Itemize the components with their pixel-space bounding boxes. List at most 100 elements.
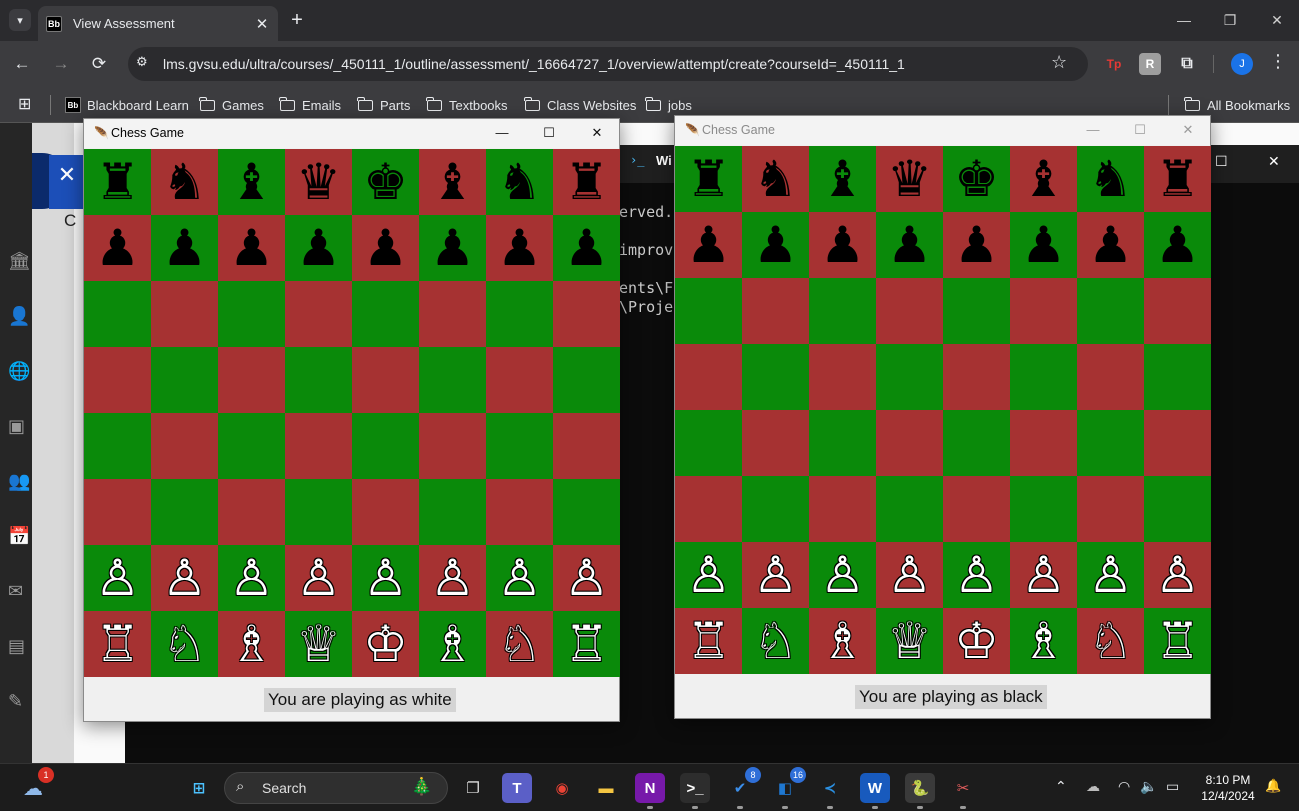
- chess-piece[interactable]: ♟: [296, 223, 341, 273]
- board-square[interactable]: [943, 278, 1010, 344]
- chess-piece[interactable]: ♝: [1021, 154, 1066, 204]
- browser-restore-button[interactable]: ❐: [1216, 8, 1244, 32]
- chess-piece[interactable]: ♖: [95, 619, 140, 669]
- close-panel-button[interactable]: ✕: [49, 155, 85, 209]
- clock[interactable]: 8:10 PM 12/4/2024: [1198, 772, 1258, 804]
- board-square[interactable]: ♙: [675, 542, 742, 608]
- board-square[interactable]: ♟: [943, 212, 1010, 278]
- chess-piece[interactable]: ♙: [753, 550, 798, 600]
- chess-piece[interactable]: ♟: [95, 223, 140, 273]
- board-square[interactable]: [1077, 278, 1144, 344]
- board-square[interactable]: [218, 281, 285, 347]
- site-info-icon[interactable]: ⚙: [136, 54, 148, 70]
- lms-sidebar-icon[interactable]: 🏛: [8, 251, 31, 272]
- board-square[interactable]: ♟: [419, 215, 486, 281]
- board-square[interactable]: [352, 413, 419, 479]
- bookmark-class-websites[interactable]: Class Websites: [524, 94, 636, 116]
- board-square[interactable]: [218, 413, 285, 479]
- board-square[interactable]: [876, 410, 943, 476]
- board-square[interactable]: [84, 347, 151, 413]
- board-square[interactable]: [285, 479, 352, 545]
- address-bar[interactable]: ⚙ lms.gvsu.edu/ultra/courses/_450111_1/o…: [128, 47, 1088, 81]
- chess-piece[interactable]: ♟: [430, 223, 475, 273]
- weather-widget[interactable]: ☁ 1: [18, 767, 54, 803]
- chess-piece[interactable]: ♝: [820, 154, 865, 204]
- board-square[interactable]: ♟: [352, 215, 419, 281]
- board-square[interactable]: ♗: [809, 608, 876, 674]
- chess-piece[interactable]: ♚: [954, 154, 999, 204]
- board-square[interactable]: ♜: [84, 149, 151, 215]
- chess-piece[interactable]: ♙: [564, 553, 609, 603]
- board-square[interactable]: ♝: [218, 149, 285, 215]
- board-square[interactable]: ♜: [1144, 146, 1211, 212]
- board-square[interactable]: ♘: [1077, 608, 1144, 674]
- profile-avatar[interactable]: J: [1231, 53, 1253, 75]
- tab-search-button[interactable]: ▾: [9, 9, 31, 31]
- minimize-button[interactable]: —: [1080, 119, 1106, 141]
- board-square[interactable]: [486, 347, 553, 413]
- terminal-maximize-button[interactable]: ☐: [1215, 153, 1228, 170]
- chess-piece[interactable]: ♝: [430, 157, 475, 207]
- board-square[interactable]: ♙: [1144, 542, 1211, 608]
- taskbar-search[interactable]: ⌕ Search 🎄: [224, 772, 448, 804]
- chess-piece[interactable]: ♘: [162, 619, 207, 669]
- taskbar-vscode[interactable]: ≺: [815, 773, 845, 809]
- close-button[interactable]: ✕: [584, 122, 610, 144]
- chess-piece[interactable]: ♙: [820, 550, 865, 600]
- board-square[interactable]: ♟: [1010, 212, 1077, 278]
- chess-piece[interactable]: ♟: [753, 220, 798, 270]
- board-square[interactable]: [943, 410, 1010, 476]
- board-square[interactable]: [84, 479, 151, 545]
- board-square[interactable]: [486, 281, 553, 347]
- wifi-icon[interactable]: ◠: [1118, 778, 1130, 795]
- board-square[interactable]: ♙: [876, 542, 943, 608]
- lms-sidebar-icon[interactable]: 🌐: [8, 361, 30, 382]
- board-square[interactable]: [553, 347, 620, 413]
- maximize-button[interactable]: ☐: [1127, 119, 1153, 141]
- board-square[interactable]: [84, 413, 151, 479]
- chess-piece[interactable]: ♜: [95, 157, 140, 207]
- board-square[interactable]: ♗: [218, 611, 285, 677]
- board-square[interactable]: [809, 278, 876, 344]
- board-square[interactable]: ♟: [84, 215, 151, 281]
- board-square[interactable]: [1010, 278, 1077, 344]
- bookmark-games[interactable]: Games: [199, 94, 264, 116]
- taskbar-outlook[interactable]: ◧ 16: [770, 767, 806, 809]
- board-square[interactable]: [809, 476, 876, 542]
- board-square[interactable]: [1077, 410, 1144, 476]
- chess-piece[interactable]: ♜: [564, 157, 609, 207]
- board-square[interactable]: [352, 347, 419, 413]
- chess-piece[interactable]: ♖: [564, 619, 609, 669]
- chess-board[interactable]: ♜ ♞ ♝ ♛ ♚ ♝ ♞ ♜ ♟ ♟ ♟ ♟ ♟ ♟ ♟ ♟ ♙ ♙ ♙ ♙ ♙ ♙ ♙ ♙ ♖ ♘ ♗ ♕ ♔ ♗ ♘ ♖: [84, 149, 620, 677]
- tab-close-button[interactable]: ✕: [254, 15, 270, 33]
- taskbar-snipping[interactable]: ✂: [948, 773, 978, 809]
- board-square[interactable]: [352, 281, 419, 347]
- chess-piece[interactable]: ♞: [753, 154, 798, 204]
- chess-piece[interactable]: ♙: [296, 553, 341, 603]
- board-square[interactable]: ♕: [285, 611, 352, 677]
- chess-piece[interactable]: ♕: [296, 619, 341, 669]
- chess-piece[interactable]: ♟: [363, 223, 408, 273]
- chess-piece[interactable]: ♟: [887, 220, 932, 270]
- board-square[interactable]: [1144, 410, 1211, 476]
- board-square[interactable]: [553, 413, 620, 479]
- board-square[interactable]: [1010, 344, 1077, 410]
- chess-piece[interactable]: ♗: [430, 619, 475, 669]
- chess-piece[interactable]: ♗: [229, 619, 274, 669]
- board-square[interactable]: ♖: [1144, 608, 1211, 674]
- board-square[interactable]: [151, 413, 218, 479]
- board-square[interactable]: [876, 476, 943, 542]
- chess-piece[interactable]: ♟: [497, 223, 542, 273]
- board-square[interactable]: ♘: [151, 611, 218, 677]
- board-square[interactable]: [742, 344, 809, 410]
- chess-piece[interactable]: ♜: [1155, 154, 1200, 204]
- close-button[interactable]: ✕: [1175, 119, 1201, 141]
- chess-piece[interactable]: ♟: [954, 220, 999, 270]
- lms-sidebar-icon[interactable]: 👤: [8, 306, 30, 327]
- board-square[interactable]: [809, 344, 876, 410]
- board-square[interactable]: ♛: [876, 146, 943, 212]
- lms-sidebar-icon[interactable]: ▣: [8, 416, 25, 437]
- back-button[interactable]: ←: [9, 51, 35, 77]
- reload-button[interactable]: ⟳: [86, 51, 112, 77]
- board-square[interactable]: [84, 281, 151, 347]
